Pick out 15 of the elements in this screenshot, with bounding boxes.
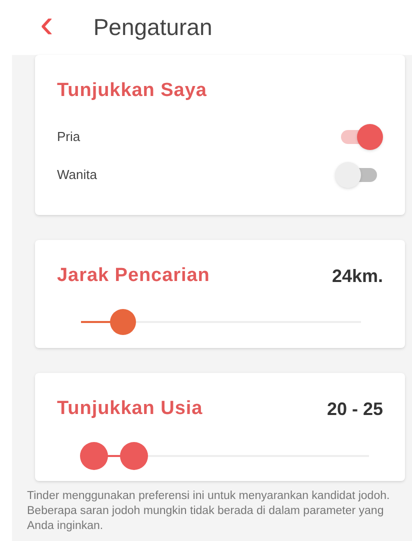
slider-thumb[interactable]	[110, 308, 136, 334]
slider-thumb[interactable]	[80, 442, 108, 470]
distance-value: 24km.	[332, 264, 383, 288]
option-label: Pria	[57, 128, 80, 146]
section-title: Tunjukkan Saya	[57, 79, 208, 103]
page-title: Pengaturan	[93, 13, 212, 42]
section-title: Tunjukkan Usia	[57, 397, 203, 421]
option-label: Wanita	[57, 166, 97, 184]
footnote-text: Tinder menggunakan preferensi ini untuk menyarankan kandidat jodoh. Beberapa saran jodoh mungkin tidak berada di dalam parameter yang Anda inginkan.	[27, 489, 391, 534]
back-button[interactable]: ‹	[40, 4, 54, 44]
range-slider-track[interactable]	[83, 442, 369, 470]
age-range-value: 20 - 25	[326, 398, 383, 421]
section-title: Jarak Pencarian	[57, 264, 210, 288]
slider-track[interactable]	[81, 308, 361, 334]
slider-thumb[interactable]	[120, 442, 148, 470]
